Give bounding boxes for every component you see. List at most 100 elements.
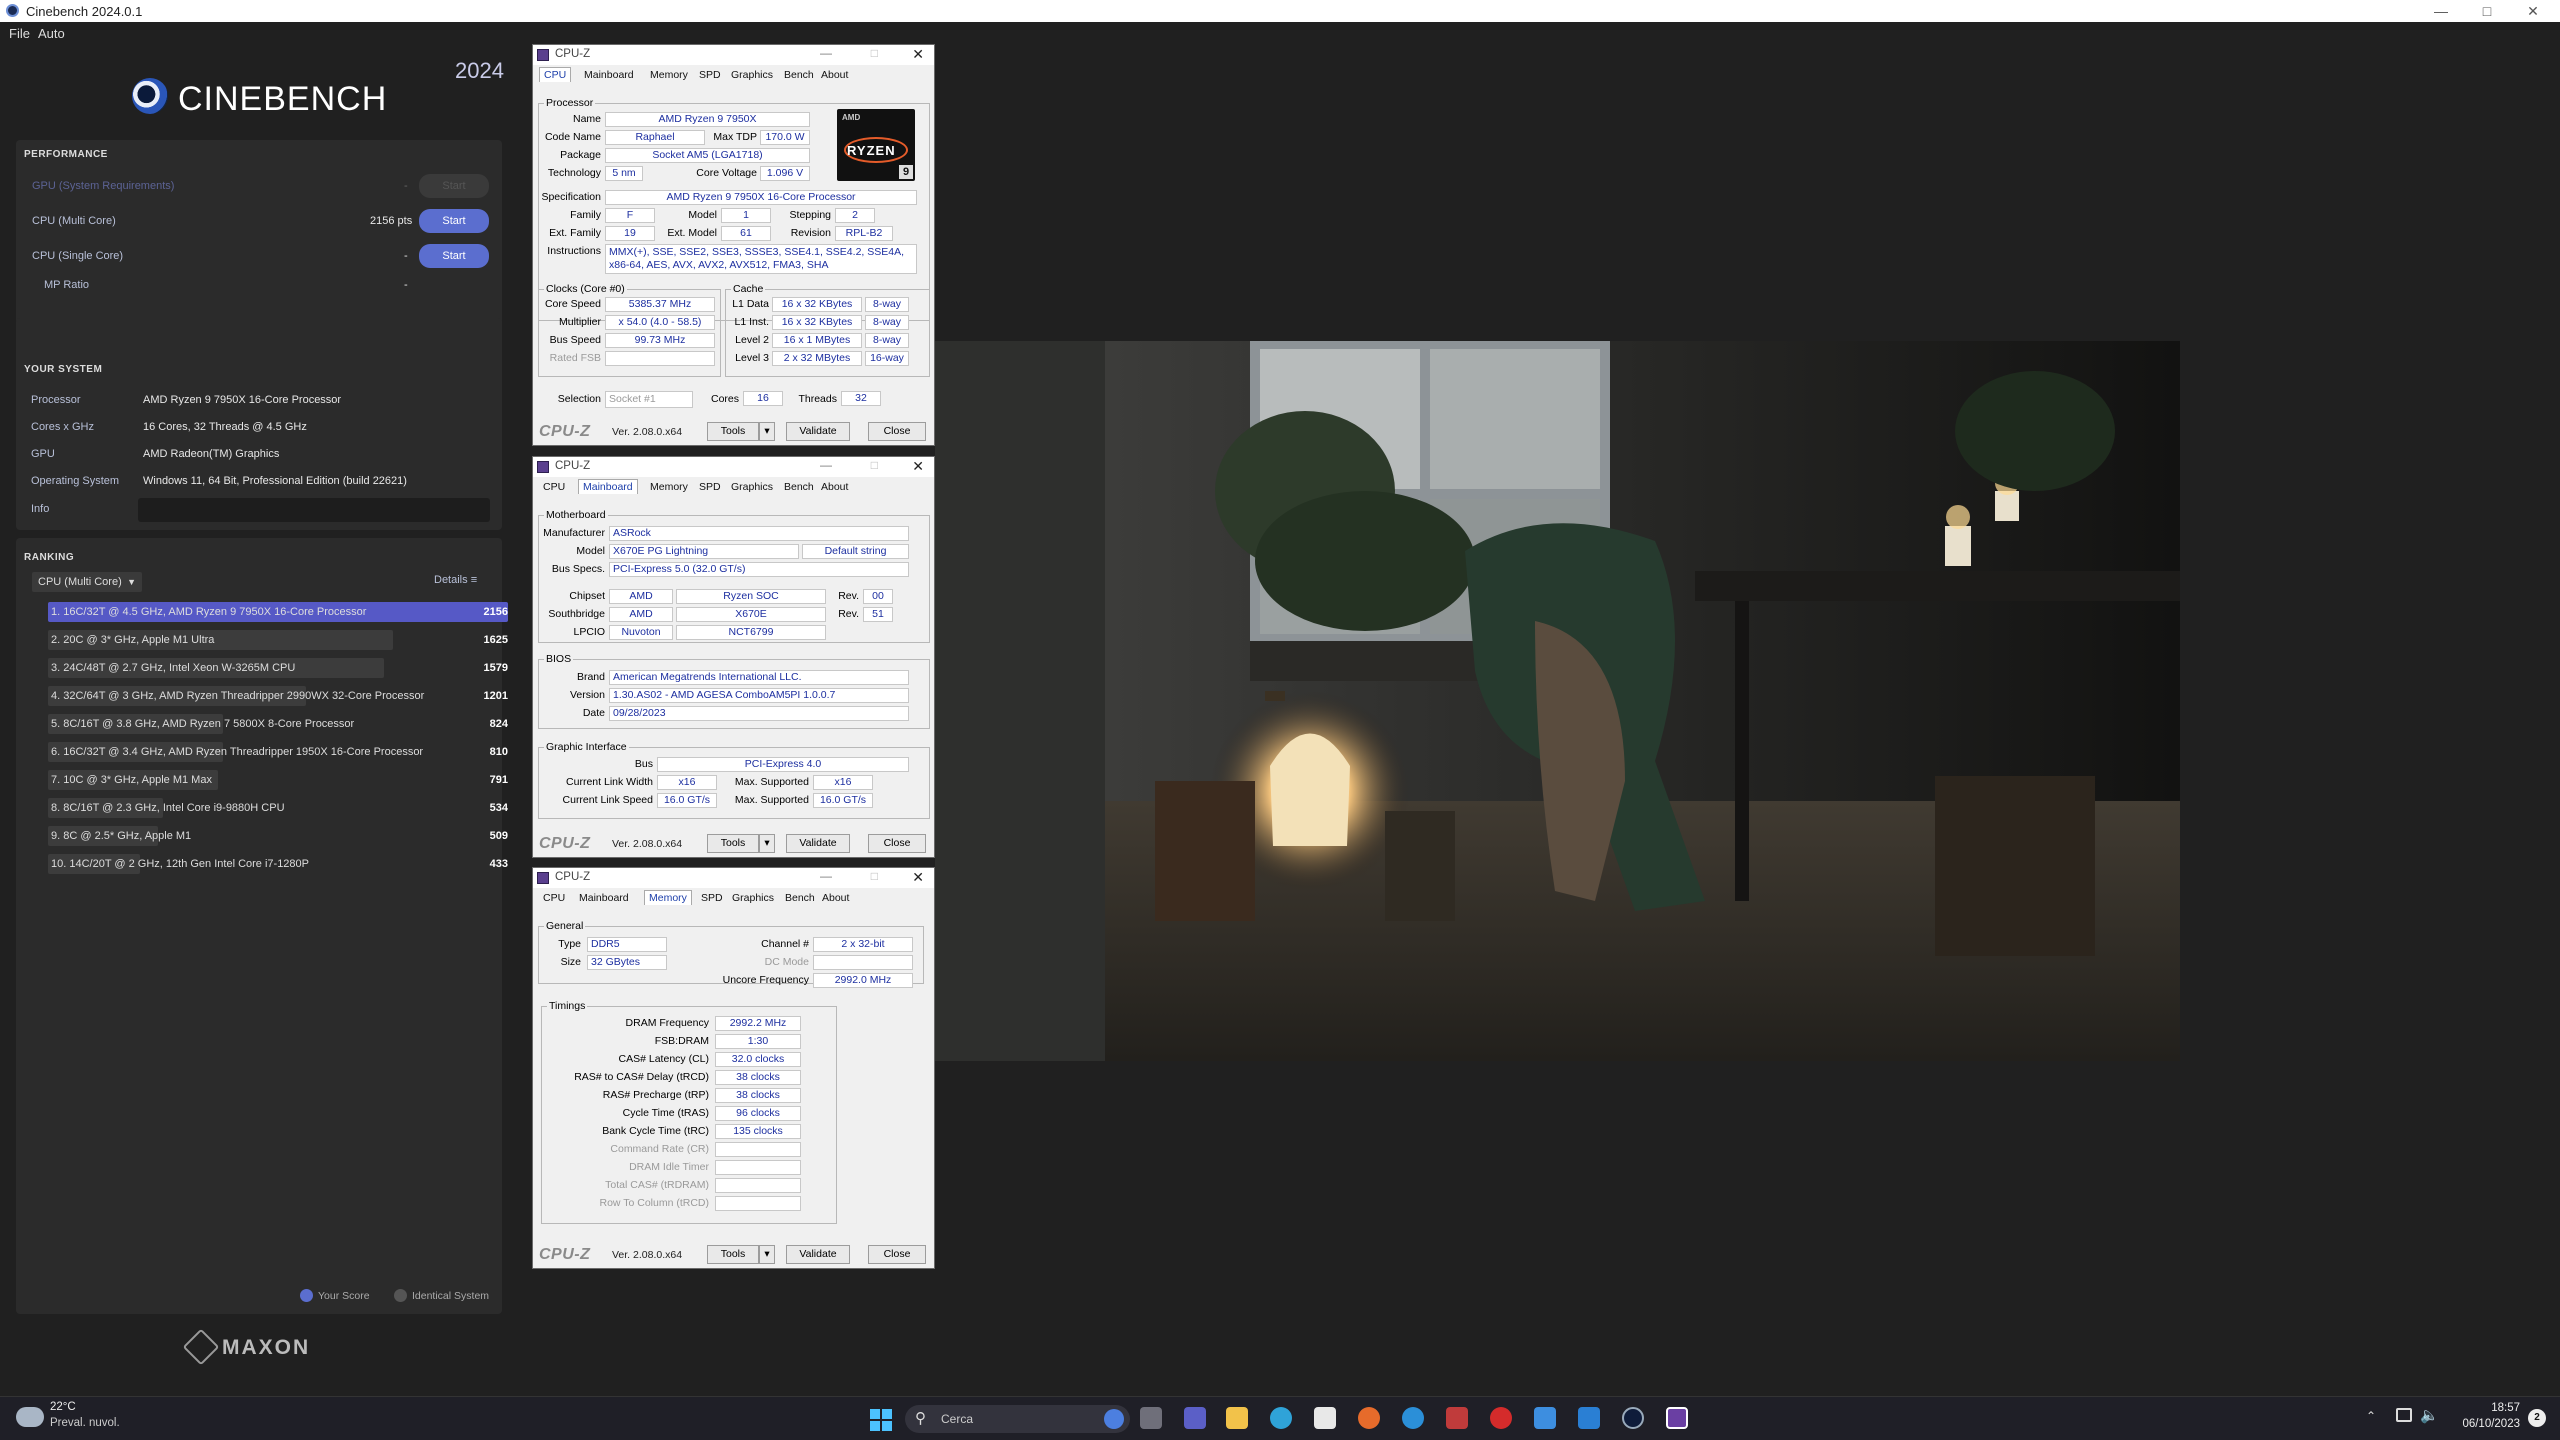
tab-bench[interactable]: Bench — [785, 892, 815, 904]
validate-button[interactable]: Validate — [786, 1245, 850, 1264]
menu-file[interactable]: File — [9, 26, 30, 41]
close-button[interactable]: Close — [868, 1245, 926, 1264]
tab-bench[interactable]: Bench — [784, 69, 814, 81]
family-value: F — [605, 208, 655, 223]
start-windows-icon[interactable] — [870, 1409, 892, 1431]
ranking-dropdown[interactable]: CPU (Multi Core) ▼ — [32, 572, 142, 592]
ranking-label: 7. 10C @ 3* GHz, Apple M1 Max — [51, 774, 212, 786]
timing-label: Row To Column (tRCD) — [599, 1197, 710, 1209]
validate-button[interactable]: Validate — [786, 834, 850, 853]
cpuz-version: Ver. 2.08.0.x64 — [612, 426, 683, 438]
cpuz-taskbar-icon[interactable] — [1666, 1407, 1688, 1429]
speaker-icon[interactable]: 🔈 — [2420, 1406, 2439, 1424]
maximize-icon[interactable]: □ — [871, 458, 878, 472]
ranking-row[interactable]: 4. 32C/64T @ 3 GHz, AMD Ryzen Threadripp… — [48, 686, 508, 706]
ranking-row[interactable]: 9. 8C @ 2.5* GHz, Apple M1 509 — [48, 826, 508, 846]
store-icon[interactable] — [1314, 1407, 1336, 1429]
network-tool-icon[interactable] — [1402, 1407, 1424, 1429]
minimize-icon[interactable]: — — [820, 46, 832, 60]
bios-version-value: 1.30.AS02 - AMD AGESA ComboAM5PI 1.0.0.7 — [609, 688, 909, 703]
outlook-icon[interactable] — [1578, 1407, 1600, 1429]
sys-os-label: Operating System — [31, 475, 120, 487]
chevron-up-icon[interactable]: ⌃ — [2366, 1409, 2376, 1423]
ranking-row[interactable]: 2. 20C @ 3* GHz, Apple M1 Ultra 1625 — [48, 630, 508, 650]
opera-icon[interactable] — [1490, 1407, 1512, 1429]
tab-spd[interactable]: SPD — [699, 481, 721, 493]
info-field[interactable] — [138, 498, 490, 522]
wifi-icon[interactable] — [2396, 1408, 2412, 1422]
ranking-row[interactable]: 3. 24C/48T @ 2.7 GHz, Intel Xeon W-3265M… — [48, 658, 508, 678]
tab-about[interactable]: About — [821, 481, 848, 493]
tools-dropdown-icon[interactable]: ▾ — [759, 422, 775, 441]
cinebench-taskbar-icon[interactable] — [1622, 1407, 1644, 1429]
file-explorer-icon[interactable] — [1226, 1407, 1248, 1429]
taskbar-search-box[interactable]: ⚲ Cerca — [905, 1405, 1130, 1433]
close-icon[interactable]: ✕ — [2510, 0, 2556, 22]
close-button[interactable]: Close — [868, 422, 926, 441]
tab-spd[interactable]: SPD — [701, 892, 723, 904]
maximize-icon[interactable]: □ — [871, 869, 878, 883]
l1i-value: 16 x 32 KBytes — [772, 315, 862, 330]
clock-date[interactable]: 06/10/2023 — [2450, 1418, 2520, 1430]
ranking-row[interactable]: 7. 10C @ 3* GHz, Apple M1 Max 791 — [48, 770, 508, 790]
tab-mainboard[interactable]: Mainboard — [578, 479, 638, 494]
tab-about[interactable]: About — [822, 892, 849, 904]
mail-icon[interactable] — [1534, 1407, 1556, 1429]
cinebench-sidebar: CINEBENCH 2024 PERFORMANCE GPU (System R… — [0, 44, 520, 1396]
weather-cloud-icon[interactable] — [16, 1407, 44, 1427]
ranking-row[interactable]: 6. 16C/32T @ 3.4 GHz, AMD Ryzen Threadri… — [48, 742, 508, 762]
maximize-icon[interactable]: □ — [871, 46, 878, 60]
tab-mainboard[interactable]: Mainboard — [579, 892, 629, 904]
tools-dropdown-icon[interactable]: ▾ — [759, 834, 775, 853]
firefox-icon[interactable] — [1358, 1407, 1380, 1429]
multi-core-start-button[interactable]: Start — [419, 209, 489, 233]
close-icon[interactable]: ✕ — [912, 458, 924, 475]
tab-cpu[interactable]: CPU — [543, 481, 565, 493]
ranking-row[interactable]: 8. 8C/16T @ 2.3 GHz, Intel Core i9-9880H… — [48, 798, 508, 818]
validate-button[interactable]: Validate — [786, 422, 850, 441]
minimize-icon[interactable]: — — [820, 458, 832, 472]
tools-button[interactable]: Tools — [707, 422, 759, 441]
single-core-start-button[interactable]: Start — [419, 244, 489, 268]
details-button[interactable]: Details ≡ — [434, 574, 477, 586]
gpu-start-button[interactable]: Start — [419, 174, 489, 198]
edge-icon[interactable] — [1270, 1407, 1292, 1429]
revision-label: Revision — [790, 227, 831, 239]
ranking-row[interactable]: 5. 8C/16T @ 3.8 GHz, AMD Ryzen 7 5800X 8… — [48, 714, 508, 734]
tab-graphics[interactable]: Graphics — [731, 481, 773, 493]
tab-mainboard[interactable]: Mainboard — [584, 69, 634, 81]
close-button[interactable]: Close — [868, 834, 926, 853]
close-icon[interactable]: ✕ — [912, 46, 924, 63]
task-view-icon[interactable] — [1140, 1407, 1162, 1429]
tab-memory[interactable]: Memory — [650, 481, 688, 493]
tab-about[interactable]: About — [821, 69, 848, 81]
ranking-row[interactable]: 1. 16C/32T @ 4.5 GHz, AMD Ryzen 9 7950X … — [48, 602, 508, 622]
tools-button[interactable]: Tools — [707, 834, 759, 853]
ranking-row[interactable]: 10. 14C/20T @ 2 GHz, 12th Gen Intel Core… — [48, 854, 508, 874]
chipset-rev-value: 00 — [863, 589, 893, 604]
tab-spd[interactable]: SPD — [699, 69, 721, 81]
tab-bench[interactable]: Bench — [784, 481, 814, 493]
selection-dropdown[interactable]: Socket #1 — [605, 391, 693, 408]
tab-cpu[interactable]: CPU — [543, 892, 565, 904]
render-viewport[interactable] — [935, 341, 2180, 1061]
timing-label: DRAM Idle Timer — [629, 1161, 709, 1173]
clock-time[interactable]: 18:57 — [2470, 1402, 2520, 1414]
menu-auto[interactable]: Auto — [38, 26, 65, 41]
notification-badge[interactable]: 2 — [2528, 1409, 2546, 1427]
tools-button[interactable]: Tools — [707, 1245, 759, 1264]
tab-cpu[interactable]: CPU — [539, 67, 572, 82]
teams-icon[interactable] — [1184, 1407, 1206, 1429]
calculator-icon[interactable] — [1446, 1407, 1468, 1429]
minimize-icon[interactable]: — — [2418, 0, 2464, 22]
tools-dropdown-icon[interactable]: ▾ — [759, 1245, 775, 1264]
tab-memory[interactable]: Memory — [644, 890, 692, 905]
close-icon[interactable]: ✕ — [912, 869, 924, 886]
maximize-icon[interactable]: □ — [2464, 0, 2510, 22]
cpuz-app-icon — [537, 49, 549, 61]
tab-graphics[interactable]: Graphics — [731, 69, 773, 81]
ranking-label: 4. 32C/64T @ 3 GHz, AMD Ryzen Threadripp… — [51, 690, 425, 702]
tab-graphics[interactable]: Graphics — [732, 892, 774, 904]
tab-memory[interactable]: Memory — [650, 69, 688, 81]
minimize-icon[interactable]: — — [820, 869, 832, 883]
